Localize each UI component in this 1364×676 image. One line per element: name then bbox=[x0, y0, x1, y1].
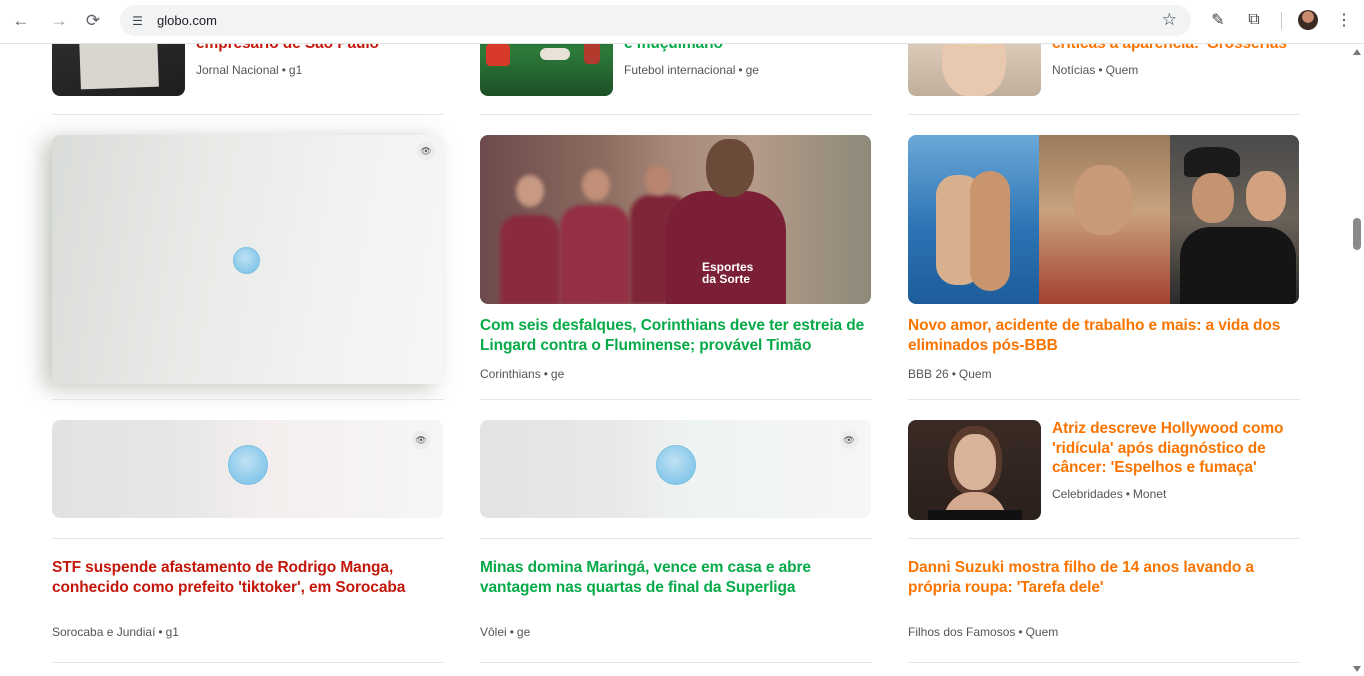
source-label: ge bbox=[550, 367, 565, 381]
bookmark-star-icon[interactable]: ☆ bbox=[1162, 10, 1177, 30]
divider bbox=[480, 114, 872, 115]
news-thumbnail[interactable] bbox=[480, 44, 613, 96]
separator: • bbox=[509, 625, 514, 639]
separator: • bbox=[1098, 63, 1103, 77]
news-meta: Notícias • Quem bbox=[1052, 63, 1138, 77]
news-meta: Jornal Nacional • g1 bbox=[196, 63, 302, 77]
news-title[interactable]: STF suspende afastamento de Rodrigo Mang… bbox=[52, 558, 444, 597]
separator: • bbox=[738, 63, 743, 77]
news-image[interactable]: Esportes da Sorte bbox=[480, 135, 871, 304]
back-icon[interactable]: ← bbox=[8, 8, 34, 34]
reload-icon[interactable]: ⟳ bbox=[80, 8, 106, 34]
ad-placeholder[interactable]: 👁 bbox=[52, 135, 443, 384]
editoria-label[interactable]: Futebol internacional bbox=[624, 63, 735, 77]
source-label: g1 bbox=[288, 63, 303, 77]
source-label: Quem bbox=[1025, 625, 1059, 639]
editoria-label[interactable]: Corinthians bbox=[480, 367, 541, 381]
editoria-label[interactable]: BBB 26 bbox=[908, 367, 949, 381]
pen-extension-icon[interactable]: ✎ bbox=[1207, 9, 1229, 31]
browser-toolbar: ← → ⟳ ☰ globo.com ☆ ✎ ⧉ ⋮ bbox=[0, 0, 1364, 44]
news-thumbnail[interactable] bbox=[908, 420, 1041, 520]
news-title[interactable]: Com seis desfalques, Corinthians deve te… bbox=[480, 316, 872, 355]
ad-placeholder[interactable]: 👁 bbox=[52, 420, 443, 518]
eye-icon[interactable]: 👁 bbox=[412, 431, 430, 449]
scroll-down-arrow-icon[interactable] bbox=[1353, 666, 1361, 672]
editoria-label[interactable]: Filhos dos Famosos bbox=[908, 625, 1015, 639]
news-thumbnail[interactable] bbox=[52, 44, 185, 96]
news-title[interactable]: Minas domina Maringá, vence em casa e ab… bbox=[480, 558, 872, 597]
editoria-label[interactable]: Jornal Nacional bbox=[196, 63, 279, 77]
divider bbox=[52, 662, 444, 663]
scroll-up-arrow-icon[interactable] bbox=[1353, 49, 1361, 55]
extensions-icon[interactable]: ⧉ bbox=[1243, 9, 1265, 31]
loading-dot bbox=[228, 445, 268, 485]
news-meta: Corinthians • ge bbox=[480, 367, 564, 381]
separator: • bbox=[281, 63, 286, 77]
divider bbox=[480, 538, 872, 539]
news-title[interactable]: críticas à aparência: 'Grosserias' bbox=[1052, 44, 1292, 54]
news-title[interactable]: Atriz descreve Hollywood como 'ridícula'… bbox=[1052, 419, 1300, 478]
separator: • bbox=[1125, 487, 1130, 501]
forward-icon[interactable]: → bbox=[46, 8, 72, 34]
source-label: Quem bbox=[958, 367, 992, 381]
editoria-label[interactable]: Sorocaba e Jundiaí bbox=[52, 625, 155, 639]
news-meta: Celebridades • Monet bbox=[1052, 487, 1166, 501]
scrollbar[interactable] bbox=[1350, 44, 1364, 676]
menu-icon[interactable]: ⋮ bbox=[1333, 9, 1355, 31]
address-bar[interactable]: ☰ globo.com ☆ bbox=[120, 5, 1191, 36]
separator: • bbox=[158, 625, 163, 639]
news-meta: Vôlei • ge bbox=[480, 625, 530, 639]
news-title[interactable]: Danni Suzuki mostra filho de 14 anos lav… bbox=[908, 558, 1300, 597]
toolbar-divider bbox=[1281, 12, 1282, 30]
eye-icon[interactable]: 👁 bbox=[417, 142, 435, 160]
scroll-thumb[interactable] bbox=[1353, 218, 1361, 250]
source-label: g1 bbox=[165, 625, 179, 639]
news-meta: BBB 26 • Quem bbox=[908, 367, 992, 381]
news-meta: Filhos dos Famosos • Quem bbox=[908, 625, 1058, 639]
loading-dot bbox=[233, 247, 260, 274]
divider bbox=[480, 399, 872, 400]
news-title[interactable]: Novo amor, acidente de trabalho e mais: … bbox=[908, 316, 1300, 355]
editoria-label[interactable]: Notícias bbox=[1052, 63, 1095, 77]
news-title[interactable]: e muçulmano bbox=[624, 44, 864, 54]
divider bbox=[908, 538, 1300, 539]
eye-icon[interactable]: 👁 bbox=[840, 431, 858, 449]
source-label: Quem bbox=[1105, 63, 1139, 77]
divider bbox=[908, 662, 1300, 663]
separator: • bbox=[1018, 625, 1023, 639]
news-image[interactable] bbox=[908, 135, 1299, 304]
divider bbox=[52, 399, 444, 400]
editoria-label[interactable]: Celebridades bbox=[1052, 487, 1123, 501]
news-meta: Futebol internacional • ge bbox=[624, 63, 759, 77]
ad-placeholder[interactable]: 👁 bbox=[480, 420, 871, 518]
source-label: ge bbox=[516, 625, 531, 639]
news-title[interactable]: empresário de São Paulo bbox=[196, 44, 436, 54]
source-label: Monet bbox=[1132, 487, 1167, 501]
profile-avatar[interactable] bbox=[1298, 10, 1318, 30]
divider bbox=[480, 662, 872, 663]
divider bbox=[908, 114, 1300, 115]
source-label: ge bbox=[745, 63, 759, 77]
separator: • bbox=[951, 367, 956, 381]
news-feed: empresário de São Paulo Jornal Nacional•… bbox=[0, 44, 1350, 676]
divider bbox=[908, 399, 1300, 400]
divider bbox=[52, 114, 444, 115]
url-text[interactable]: globo.com bbox=[157, 13, 217, 28]
divider bbox=[52, 538, 444, 539]
news-thumbnail[interactable] bbox=[908, 44, 1041, 96]
news-meta: Sorocaba e Jundiaí • g1 bbox=[52, 625, 179, 639]
loading-dot bbox=[656, 445, 696, 485]
site-info-icon[interactable]: ☰ bbox=[129, 12, 146, 29]
editoria-label[interactable]: Vôlei bbox=[480, 625, 507, 639]
separator: • bbox=[543, 367, 548, 381]
